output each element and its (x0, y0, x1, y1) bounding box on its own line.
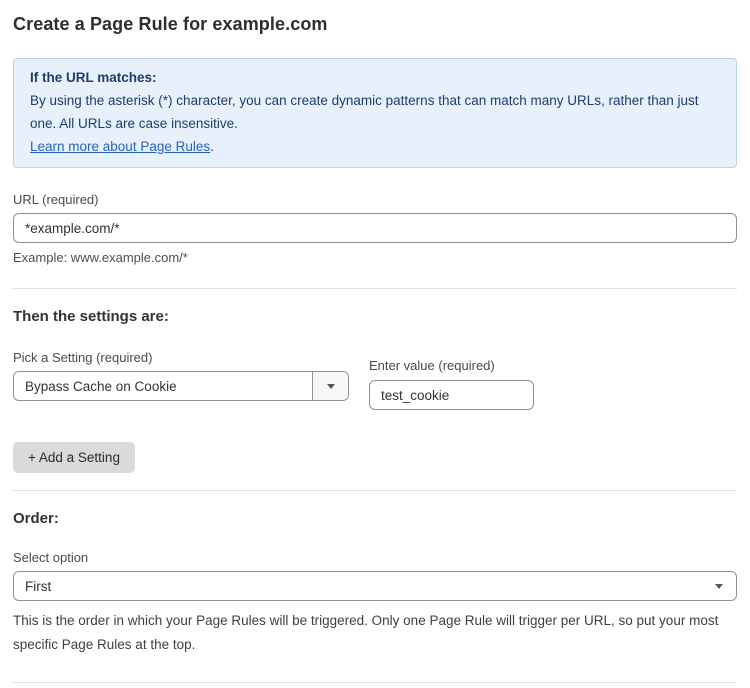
setting-value-column: Enter value (required) (369, 358, 534, 410)
caret-down-icon (715, 584, 723, 589)
setting-picker-label: Pick a Setting (required) (13, 350, 349, 365)
url-input[interactable] (13, 213, 737, 243)
setting-value-label: Enter value (required) (369, 358, 534, 373)
order-select-label: Select option (13, 550, 737, 565)
url-matches-info-box: If the URL matches: By using the asteris… (13, 58, 737, 168)
add-setting-button[interactable]: + Add a Setting (13, 442, 135, 473)
info-box-body: By using the asterisk (*) character, you… (30, 89, 720, 135)
url-field-label: URL (required) (13, 192, 737, 207)
setting-row: Pick a Setting (required) Bypass Cache o… (13, 350, 737, 410)
link-period: . (210, 139, 214, 154)
settings-section-heading: Then the settings are: (13, 308, 737, 325)
setting-select[interactable]: Bypass Cache on Cookie (13, 371, 349, 401)
divider (13, 682, 737, 683)
setting-select-arrow-button[interactable] (312, 372, 348, 400)
info-box-link-row: Learn more about Page Rules. (30, 135, 720, 158)
info-box-heading: If the URL matches: (30, 66, 720, 89)
learn-more-link[interactable]: Learn more about Page Rules (30, 139, 210, 154)
order-section-heading: Order: (13, 510, 737, 527)
setting-select-value: Bypass Cache on Cookie (14, 379, 312, 394)
order-select-value: First (14, 579, 736, 594)
url-example-helper: Example: www.example.com/* (13, 250, 737, 265)
order-description: This is the order in which your Page Rul… (13, 609, 737, 657)
caret-down-icon (327, 384, 335, 389)
setting-value-input[interactable] (369, 380, 534, 410)
order-select[interactable]: First (13, 571, 737, 601)
divider (13, 288, 737, 289)
page-title: Create a Page Rule for example.com (13, 14, 737, 35)
setting-picker-column: Pick a Setting (required) Bypass Cache o… (13, 350, 349, 401)
divider (13, 490, 737, 491)
